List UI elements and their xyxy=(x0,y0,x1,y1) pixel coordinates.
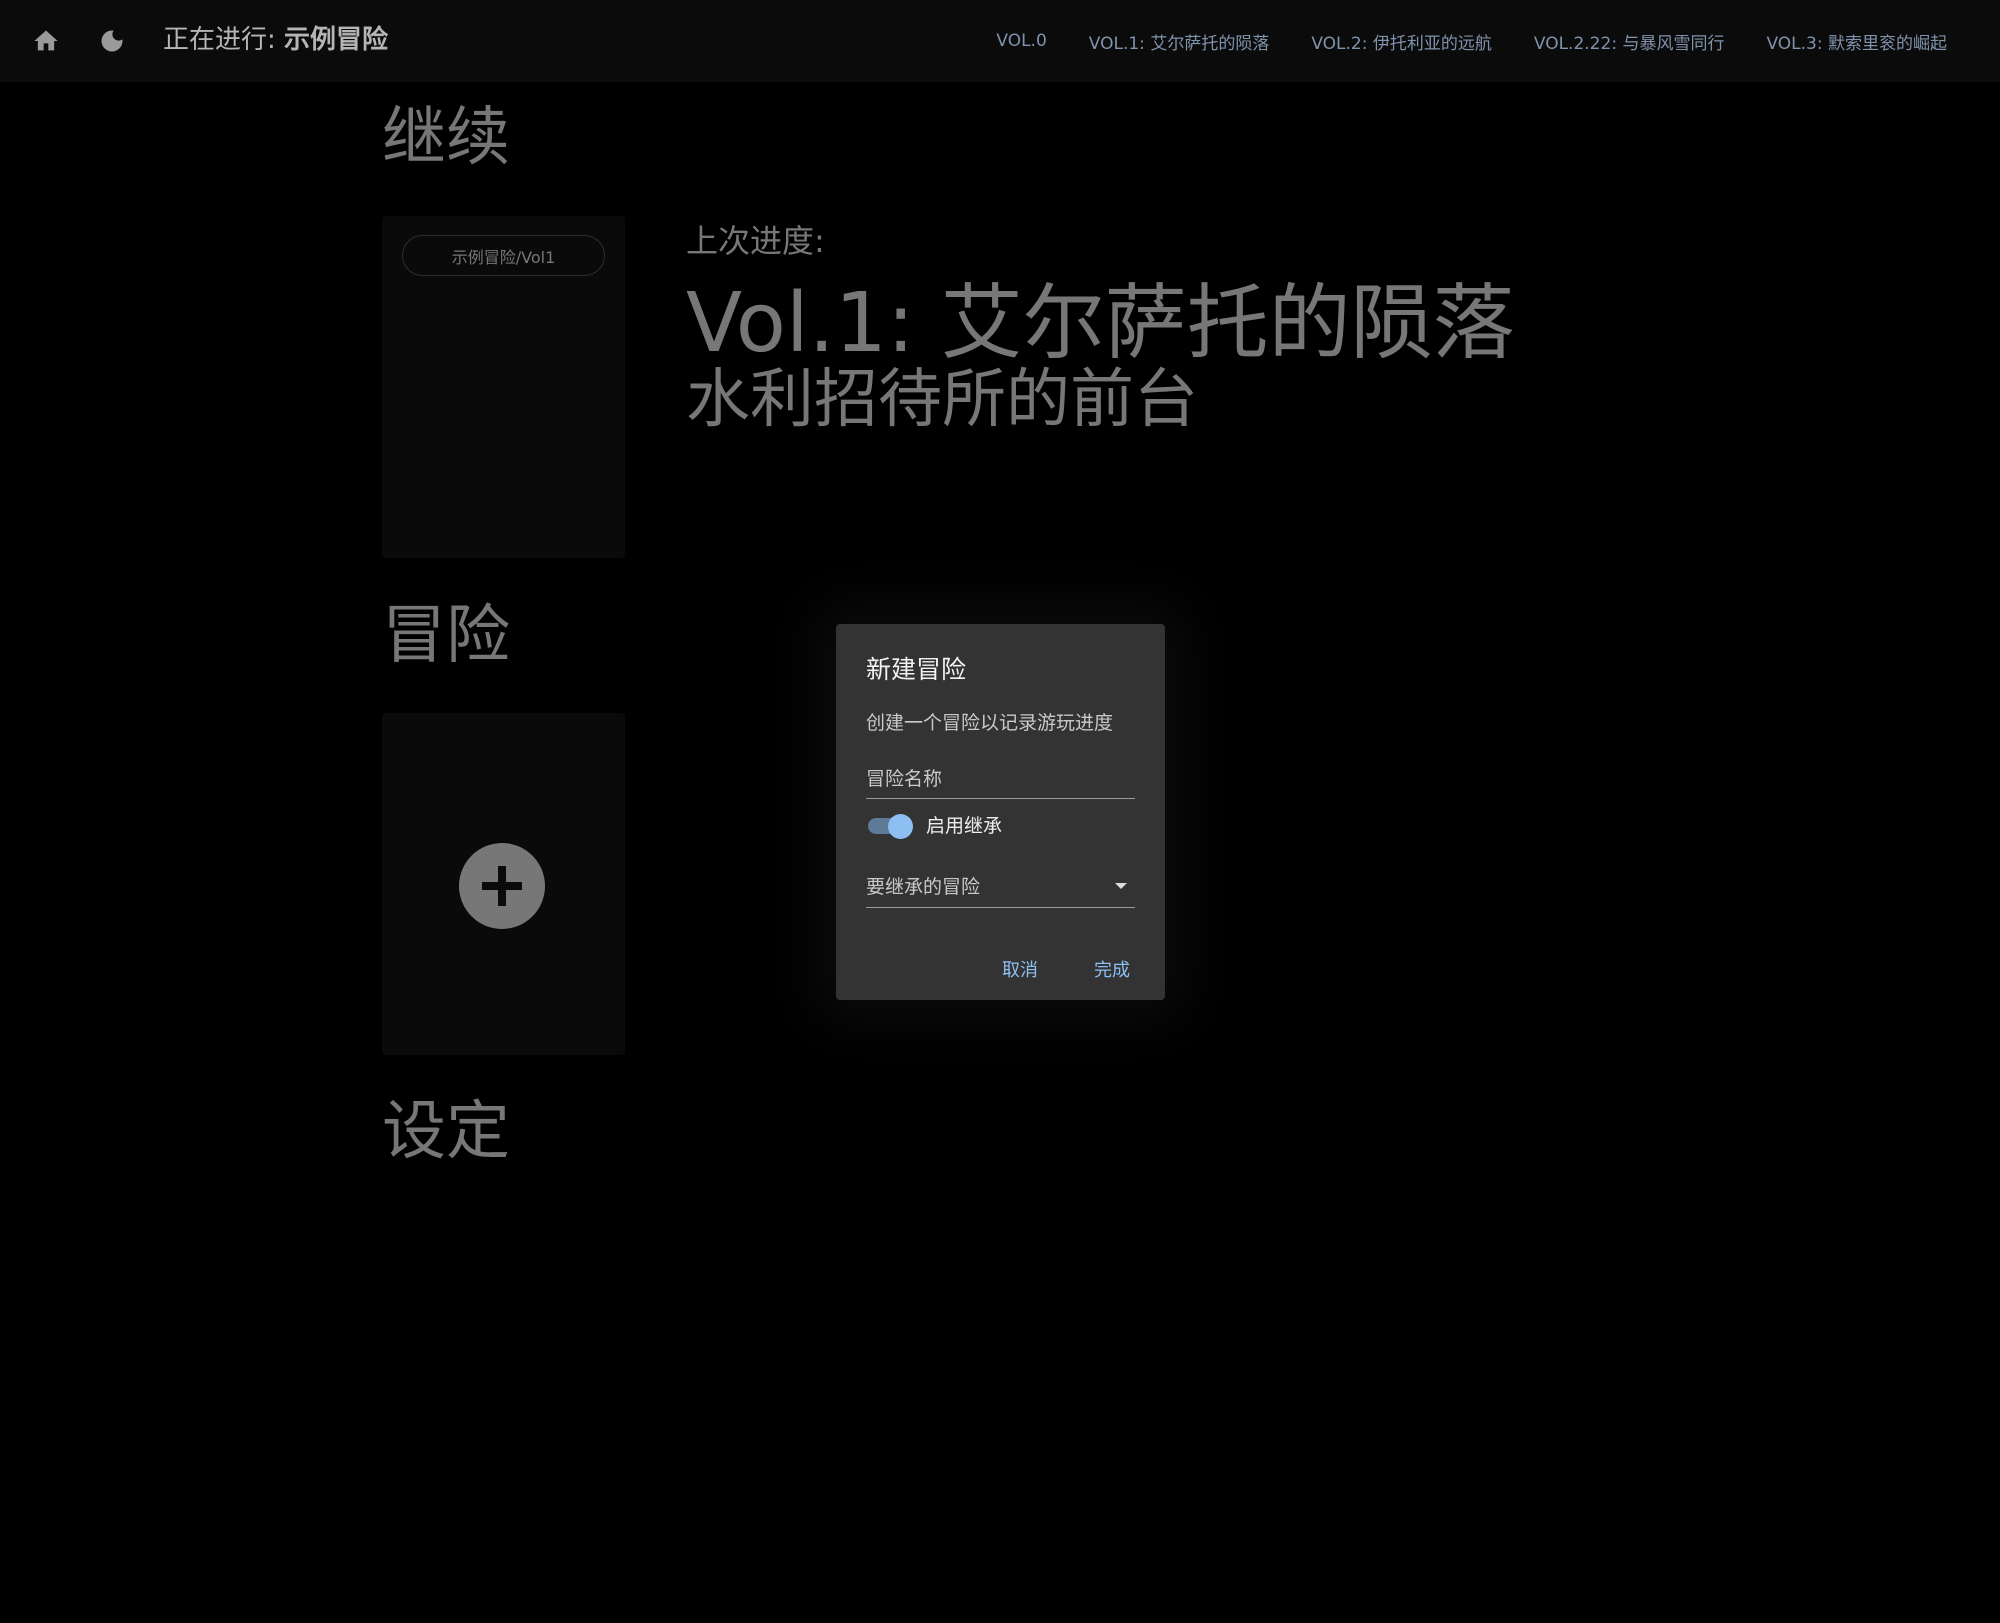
new-adventure-dialog: 新建冒险 创建一个冒险以记录游玩进度 冒险名称 启用继承 要继承的冒险 取消 完… xyxy=(836,624,1165,1000)
volume-nav: VOL.0 VOL.1: 艾尔萨托的陨落 VOL.2: 伊托利亚的远航 VOL.… xyxy=(975,0,1968,82)
nav-item-vol1[interactable]: VOL.1: 艾尔萨托的陨落 xyxy=(1068,21,1291,62)
theme-toggle-button[interactable] xyxy=(87,16,137,66)
cancel-button[interactable]: 取消 xyxy=(996,952,1044,986)
adventure-name-field[interactable]: 冒险名称 xyxy=(866,762,1135,799)
home-icon xyxy=(34,30,58,51)
nav-item-vol2-22[interactable]: VOL.2.22: 与暴风雪同行 xyxy=(1513,21,1746,62)
title-adventure-name: 示例冒险 xyxy=(284,25,389,55)
dialog-title: 新建冒险 xyxy=(866,655,967,684)
caret-down-icon xyxy=(1115,883,1127,889)
inherit-toggle-label: 启用继承 xyxy=(926,815,1003,837)
inherit-select-label: 要继承的冒险 xyxy=(866,876,981,898)
adventure-name-label: 冒险名称 xyxy=(866,768,943,790)
adventure-chip[interactable]: 示例冒险/Vol1 xyxy=(402,235,605,276)
add-adventure-button[interactable] xyxy=(459,843,545,929)
adventure-section-title: 冒险 xyxy=(382,599,510,673)
nav-item-vol0[interactable]: VOL.0 xyxy=(975,23,1067,59)
page-title: 正在进行: 示例冒险 xyxy=(163,22,388,58)
app-root: 正在进行: 示例冒险 VOL.0 VOL.1: 艾尔萨托的陨落 VOL.2: 伊… xyxy=(0,0,2000,1623)
continue-card[interactable]: 示例冒险/Vol1 xyxy=(382,216,625,558)
done-button[interactable]: 完成 xyxy=(1088,952,1136,986)
last-progress-scene: 水利招待所的前台 xyxy=(686,363,1198,437)
inherit-toggle[interactable] xyxy=(866,811,916,841)
continue-section-title: 继续 xyxy=(382,101,510,175)
settings-section-title: 设定 xyxy=(382,1095,510,1169)
home-button[interactable] xyxy=(21,16,71,66)
title-prefix: 正在进行: xyxy=(163,25,285,55)
dialog-description: 创建一个冒险以记录游玩进度 xyxy=(866,712,1114,734)
inherit-adventure-select[interactable]: 要继承的冒险 xyxy=(866,870,1135,908)
nav-item-vol2[interactable]: VOL.2: 伊托利亚的远航 xyxy=(1290,21,1513,62)
nav-item-vol3[interactable]: VOL.3: 默索里衮的崛起 xyxy=(1745,21,1968,62)
top-app-bar: 正在进行: 示例冒险 VOL.0 VOL.1: 艾尔萨托的陨落 VOL.2: 伊… xyxy=(0,0,2000,82)
toggle-thumb xyxy=(888,814,913,839)
moon-icon xyxy=(101,30,123,52)
plus-icon xyxy=(482,866,522,906)
new-adventure-card[interactable] xyxy=(382,713,625,1055)
